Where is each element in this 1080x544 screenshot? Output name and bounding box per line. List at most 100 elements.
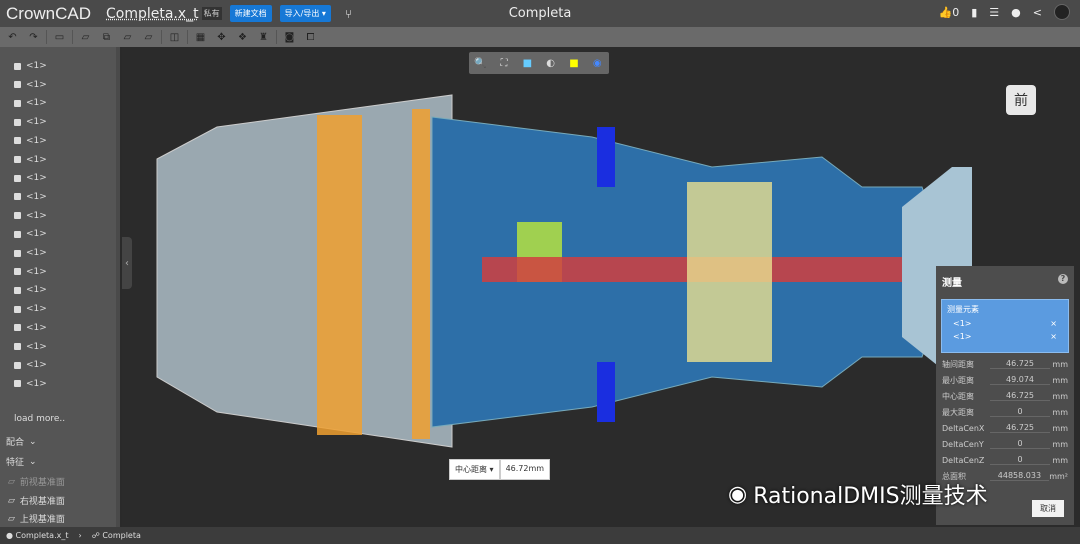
- share-icon[interactable]: <: [1033, 6, 1042, 19]
- measure-unit: mm: [1052, 455, 1068, 465]
- tree-item[interactable]: <1>: [14, 192, 47, 202]
- mate-icon[interactable]: ✥: [213, 30, 230, 45]
- assembly-icon[interactable]: ♜: [255, 30, 272, 45]
- plane-icon[interactable]: ⏥: [77, 30, 94, 45]
- part-icon: [14, 81, 21, 89]
- tree-item[interactable]: <1>: [14, 267, 47, 277]
- undo-icon[interactable]: ↶: [4, 30, 21, 45]
- selected-item[interactable]: <1> ×: [947, 315, 1063, 328]
- tree-item[interactable]: <1>: [14, 285, 47, 295]
- view-orientation-icon[interactable]: ■: [518, 54, 536, 72]
- top-bar: CrownCAD Completa.x_t 私有 新建文档 导入/导出 ▾ ⑂ …: [0, 0, 1080, 27]
- divider: [187, 30, 188, 44]
- file-breadcrumb[interactable]: ● Completa.x_t: [6, 531, 68, 540]
- tree-item[interactable]: <1>: [14, 211, 47, 221]
- tree-item[interactable]: <1>: [14, 80, 47, 90]
- zoom-icon[interactable]: 🔍: [472, 54, 490, 72]
- scrollbar[interactable]: [116, 47, 120, 527]
- tree-item[interactable]: <1>: [14, 360, 47, 370]
- panel-title: 测量: [942, 278, 962, 289]
- feature-tree: <1> <1> <1> <1> <1> <1> <1> <1> <1> <1> <1> <1> <1> <…: [0, 47, 120, 527]
- top-plane-item[interactable]: ⏥ 上视基准面: [8, 512, 65, 526]
- appearance-icon[interactable]: ◉: [588, 54, 606, 72]
- measure-row: DeltaCenX 46.725 mm: [936, 420, 1074, 436]
- section-view-icon[interactable]: ◐: [542, 54, 560, 72]
- tree-item[interactable]: <1>: [14, 342, 47, 352]
- tree-item[interactable]: <1>: [14, 248, 47, 258]
- document-name[interactable]: Completa.x_t: [106, 6, 199, 22]
- front-plane-item[interactable]: ⏥ 前视基准面: [8, 475, 65, 489]
- part-icon: [14, 361, 21, 369]
- mate-icon[interactable]: ❖: [234, 30, 251, 45]
- tree-item[interactable]: <1>: [14, 173, 47, 183]
- selection-box[interactable]: 测量元素 <1> × <1> ×: [941, 299, 1069, 353]
- part-icon: [14, 193, 21, 201]
- tree-item[interactable]: <1>: [14, 229, 47, 239]
- part-icon: [14, 62, 21, 70]
- measure-row: DeltaCenZ 0 mm: [936, 452, 1074, 468]
- fit-view-icon[interactable]: ⛶: [495, 54, 513, 72]
- view-toolbar: 🔍 ⛶ ■ ◐ ■ ◉: [469, 52, 609, 74]
- logo: CrownCAD: [6, 3, 92, 23]
- mates-section[interactable]: 配合 ⌄: [6, 435, 37, 449]
- new-document-button[interactable]: 新建文档: [229, 5, 272, 22]
- divider: [72, 30, 73, 44]
- part-icon: [14, 249, 21, 257]
- right-plane-item[interactable]: ⏥ 右视基准面: [8, 494, 65, 508]
- measure-value: 49.074: [990, 375, 1050, 385]
- display-style-icon[interactable]: ■: [565, 54, 583, 72]
- remove-icon[interactable]: ×: [1050, 319, 1057, 328]
- avatar[interactable]: [1054, 4, 1070, 20]
- display-icon[interactable]: ▭: [51, 30, 68, 45]
- tree-item[interactable]: <1>: [14, 304, 47, 314]
- view-cube[interactable]: 前: [1006, 85, 1036, 115]
- measure-unit: mm: [1052, 375, 1068, 385]
- collapse-sidebar-button[interactable]: ‹: [122, 237, 132, 289]
- remove-icon[interactable]: ×: [1050, 332, 1057, 341]
- branch-icon[interactable]: ⑂: [345, 7, 352, 21]
- divider: [161, 30, 162, 44]
- tree-item[interactable]: <1>: [14, 136, 47, 146]
- cancel-button[interactable]: 取消: [1032, 500, 1064, 517]
- measure-type-select[interactable]: 中心距离 ▾: [449, 459, 500, 480]
- like-button[interactable]: 👍0: [939, 6, 960, 19]
- inspect-icon[interactable]: ⧠: [302, 30, 319, 45]
- load-more-link[interactable]: load more..: [14, 414, 65, 424]
- measure-value: 46.72mm: [499, 459, 551, 480]
- tree-item[interactable]: <1>: [14, 61, 47, 71]
- comment-icon[interactable]: ●: [1011, 6, 1021, 19]
- plane-icon[interactable]: ⏥: [119, 30, 136, 45]
- document-icon[interactable]: ▮: [971, 6, 977, 19]
- part-icon: [14, 305, 21, 313]
- import-export-button[interactable]: 导入/导出 ▾: [279, 5, 331, 22]
- list-icon[interactable]: ☰: [989, 6, 999, 19]
- privacy-tag: 私有: [201, 7, 222, 20]
- tree-item[interactable]: <1>: [14, 323, 47, 333]
- measure-tooltip: 中心距离 ▾ 46.72mm: [449, 459, 551, 480]
- features-section[interactable]: 特征 ⌄: [6, 455, 37, 469]
- measure-row: DeltaCenY 0 mm: [936, 436, 1074, 452]
- tree-item[interactable]: <1>: [14, 379, 47, 389]
- measure-label: 最小距离: [942, 375, 974, 385]
- tree-item[interactable]: <1>: [14, 155, 47, 165]
- redo-icon[interactable]: ↷: [25, 30, 42, 45]
- plane-icon[interactable]: ⏥: [140, 30, 157, 45]
- wechat-icon: ◉: [728, 481, 748, 507]
- assembly-breadcrumb[interactable]: ☍ Completa: [92, 531, 141, 540]
- pattern-icon[interactable]: ⧉: [98, 30, 115, 45]
- view-icon[interactable]: ◙: [281, 30, 298, 45]
- tree-item[interactable]: <1>: [14, 98, 47, 108]
- measure-unit: mm: [1052, 407, 1068, 417]
- measure-value: 44858.033: [989, 471, 1050, 481]
- measure-label: 中心距离: [942, 391, 974, 401]
- mirror-icon[interactable]: ◫: [166, 30, 183, 45]
- part-icon: [14, 343, 21, 350]
- like-count: 0: [952, 5, 960, 19]
- part-icon: [14, 174, 21, 182]
- selected-item[interactable]: <1> ×: [947, 328, 1063, 341]
- tree-item[interactable]: <1>: [14, 117, 47, 127]
- part-icon: [14, 137, 21, 145]
- help-icon[interactable]: ?: [1058, 274, 1068, 284]
- measure-label: 最大距离: [942, 407, 974, 417]
- grid-icon[interactable]: ▦: [192, 30, 209, 45]
